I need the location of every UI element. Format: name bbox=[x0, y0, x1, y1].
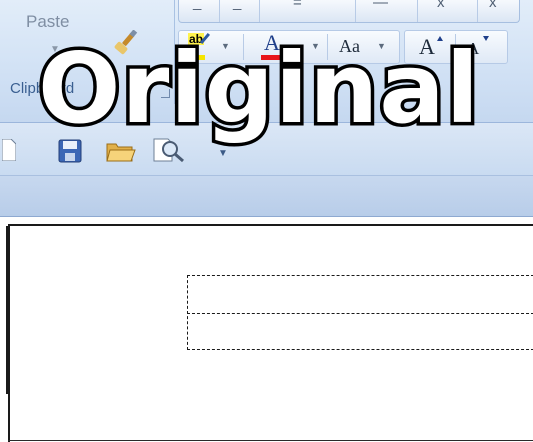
customize-dropdown-icon[interactable]: ▼ bbox=[218, 148, 228, 159]
new-document-icon[interactable] bbox=[2, 139, 16, 161]
strikethrough-icon: — bbox=[373, 0, 388, 11]
ruler-area bbox=[0, 176, 533, 217]
original-watermark: Original bbox=[35, 32, 483, 145]
bold-button[interactable]: _ bbox=[179, 0, 220, 22]
paste-button[interactable]: Paste bbox=[26, 12, 69, 32]
page-bottom-edge bbox=[8, 440, 533, 441]
bold-icon: _ bbox=[193, 0, 202, 11]
italic-button[interactable]: _ bbox=[219, 0, 260, 22]
subscript-button[interactable]: x bbox=[417, 0, 478, 22]
italic-icon: _ bbox=[233, 0, 242, 11]
underline-button[interactable]: = bbox=[259, 0, 356, 22]
superscript-icon: x bbox=[489, 0, 497, 11]
page-left-edge bbox=[6, 226, 8, 394]
strikethrough-button[interactable]: — bbox=[355, 0, 418, 22]
subscript-icon: x bbox=[437, 0, 445, 11]
underline-icon: = bbox=[293, 0, 302, 11]
text-box-divider bbox=[187, 313, 533, 314]
superscript-button[interactable]: x bbox=[477, 0, 517, 22]
font-formatting-row: _ _ = — x x bbox=[178, 0, 520, 23]
shrink-arrow-icon bbox=[483, 36, 489, 41]
word-window: Paste ▼ Clipboard _ _ = — x x ab ▼ A ▼ A… bbox=[0, 0, 533, 442]
